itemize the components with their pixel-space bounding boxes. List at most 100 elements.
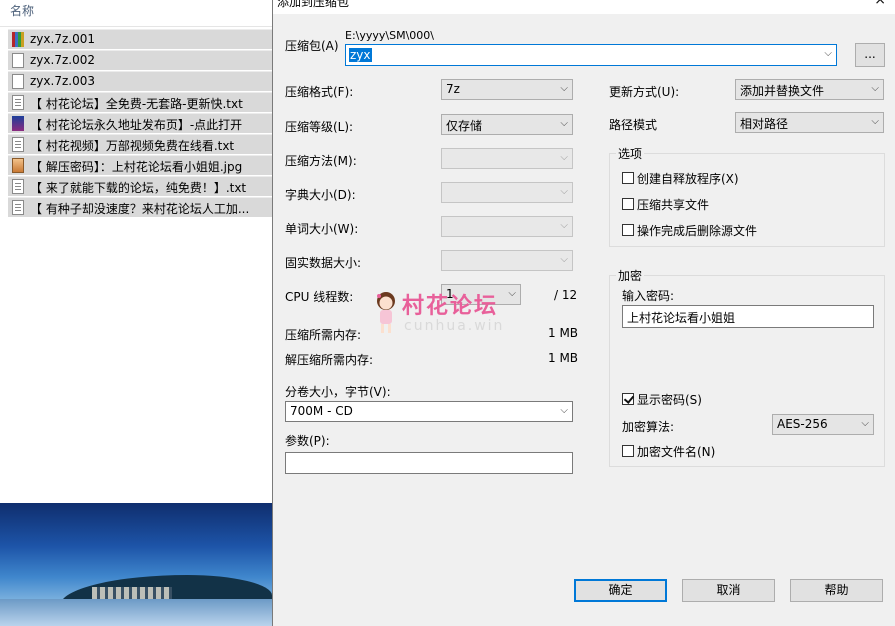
name-column-header-label: 名称 (10, 4, 35, 18)
encryption-group: 加密 输入密码: 上村花论坛看小姐姐 显示密码(S) 加密算法: AES-256… (609, 267, 885, 467)
cpu-threads-label: CPU 线程数: (285, 290, 354, 304)
file-row[interactable]: zyx.7z.001 (8, 29, 272, 49)
chevron-down-icon: ⌵ (560, 220, 568, 231)
wallpaper-town (92, 587, 172, 599)
level-label: 压缩等级(L): (285, 120, 354, 134)
file-name: 【 村花论坛永久地址发布页】-点此打开 (30, 118, 243, 132)
file-row[interactable]: 【 来了就能下载的论坛，纯免费！】.txt (8, 176, 272, 196)
format-value: 7z (446, 82, 460, 96)
path-mode-select[interactable]: 相对路径 ⌵ (735, 112, 884, 133)
file-name: zyx.7z.003 (30, 74, 95, 88)
watermark: 村花论坛 cunhua.win (372, 288, 532, 340)
method-select[interactable]: ⌵ (441, 148, 573, 169)
archive-name-value: zyx (349, 48, 372, 62)
format-select[interactable]: 7z ⌵ (441, 79, 573, 100)
text-file-icon (12, 179, 24, 194)
close-icon[interactable]: × (874, 0, 886, 8)
file-row[interactable]: 【 村花论坛永久地址发布页】-点此打开 (8, 113, 272, 133)
html-file-icon (12, 116, 24, 131)
level-select[interactable]: 仅存储 ⌵ (441, 114, 573, 135)
options-group-title: 选项 (616, 145, 645, 162)
sfx-checkbox[interactable] (622, 172, 634, 184)
encrypt-names-checkbox[interactable] (622, 445, 634, 457)
delete-after-checkbox[interactable] (622, 224, 634, 236)
format-label: 压缩格式(F): (285, 85, 354, 99)
file-name: 【 解压密码】：上村花论坛看小姐姐.jpg (30, 160, 243, 174)
chevron-down-icon: ⌵ (824, 48, 832, 59)
delete-after-label[interactable]: 操作完成后删除源文件 (637, 222, 757, 239)
password-input[interactable]: 上村花论坛看小姐姐 (622, 305, 874, 328)
shared-files-label[interactable]: 压缩共享文件 (637, 196, 709, 213)
params-label: 参数(P): (285, 434, 330, 448)
chevron-down-icon: ⌵ (560, 83, 568, 94)
archive-name-combo[interactable]: zyx ⌵ (345, 44, 837, 66)
file-name: zyx.7z.002 (30, 53, 95, 67)
text-file-icon (12, 95, 24, 110)
dictionary-select[interactable]: ⌵ (441, 182, 573, 203)
file-name: zyx.7z.001 (30, 32, 95, 46)
dialog-titlebar[interactable]: 添加到压缩包 × (273, 0, 895, 14)
archive-label: 压缩包(A) (285, 39, 339, 53)
chevron-down-icon: ⌵ (871, 83, 879, 94)
method-label: 压缩方法(M): (285, 154, 357, 168)
solid-size-select[interactable]: ⌵ (441, 250, 573, 271)
volume-size-combo[interactable]: 700M - CD ⌵ (285, 401, 573, 422)
sfx-label[interactable]: 创建自释放程序(X) (637, 170, 739, 187)
ok-button[interactable]: 确定 (574, 579, 667, 602)
file-row[interactable]: 【 村花视频】万部视频免费在线看.txt (8, 134, 272, 154)
cartoon-girl-icon (377, 292, 395, 333)
image-file-icon (12, 158, 24, 173)
decompress-memory-value: 1 MB (548, 351, 579, 365)
archive-path: E:\yyyy\SM\000\ (345, 29, 434, 42)
text-file-icon (12, 137, 24, 152)
watermark-text: 村花论坛 (402, 293, 499, 319)
file-name: 【 村花视频】万部视频免费在线看.txt (30, 139, 235, 153)
file-name: 【 有种子却没速度？来村花论坛人工加... (30, 202, 250, 216)
compress-memory-value: 1 MB (548, 326, 579, 340)
password-value: 上村花论坛看小姐姐 (627, 311, 736, 325)
show-password-checkbox[interactable] (622, 393, 634, 405)
encrypt-names-label[interactable]: 加密文件名(N) (637, 443, 715, 460)
file-row[interactable]: 【 解压密码】：上村花论坛看小姐姐.jpg (8, 155, 272, 175)
encryption-method-value: AES-256 (777, 417, 828, 431)
file-row[interactable]: zyx.7z.003 (8, 71, 272, 91)
shared-files-checkbox[interactable] (622, 198, 634, 210)
file-row[interactable]: zyx.7z.002 (8, 50, 272, 70)
chevron-down-icon: ⌵ (560, 405, 568, 416)
text-file-icon (12, 200, 24, 215)
blank-file-icon (12, 74, 24, 89)
help-button[interactable]: 帮助 (790, 579, 883, 602)
show-password-label[interactable]: 显示密码(S) (637, 391, 702, 408)
watermark-subtext: cunhua.win (404, 318, 505, 334)
cpu-threads-max: / 12 (554, 288, 578, 302)
add-to-archive-dialog: 添加到压缩包 × 压缩包(A) E:\yyyy\SM\000\ zyx ⌵ ..… (272, 0, 895, 626)
chevron-down-icon: ⌵ (871, 116, 879, 127)
update-mode-value: 添加并替换文件 (740, 84, 825, 98)
word-size-select[interactable]: ⌵ (441, 216, 573, 237)
word-size-label: 单词大小(W): (285, 222, 359, 236)
file-row[interactable]: 【 有种子却没速度？来村花论坛人工加... (8, 197, 272, 217)
chevron-down-icon: ⌵ (560, 186, 568, 197)
file-row[interactable]: 【 村花论坛】全免费-无套路-更新快.txt (8, 92, 272, 112)
chevron-down-icon: ⌵ (560, 118, 568, 129)
update-mode-select[interactable]: 添加并替换文件 ⌵ (735, 79, 884, 100)
chevron-down-icon: ⌵ (560, 152, 568, 163)
name-column-header[interactable]: 名称 (0, 0, 272, 27)
volume-size-value: 700M - CD (290, 404, 353, 418)
desktop-wallpaper (0, 503, 272, 626)
dialog-title: 添加到压缩包 (277, 0, 350, 9)
file-name: 【 来了就能下载的论坛，纯免费！】.txt (30, 181, 247, 195)
cancel-button[interactable]: 取消 (682, 579, 775, 602)
blank-file-icon (12, 53, 24, 68)
password-label: 输入密码: (622, 289, 675, 303)
chevron-down-icon: ⌵ (861, 418, 869, 429)
solid-size-label: 固实数据大小: (285, 256, 362, 270)
browse-button[interactable]: ... (855, 43, 885, 67)
compress-memory-label: 压缩所需内存: (285, 328, 362, 342)
update-mode-label: 更新方式(U): (609, 85, 680, 99)
encryption-method-select[interactable]: AES-256 ⌵ (772, 414, 874, 435)
options-group: 选项 创建自释放程序(X) 压缩共享文件 操作完成后删除源文件 (609, 145, 885, 247)
path-mode-label: 路径模式 (609, 118, 658, 132)
file-explorer: 名称 zyx.7z.001 zyx.7z.002 zyx.7z.003 【 村花… (0, 0, 272, 626)
params-input[interactable] (285, 452, 573, 474)
